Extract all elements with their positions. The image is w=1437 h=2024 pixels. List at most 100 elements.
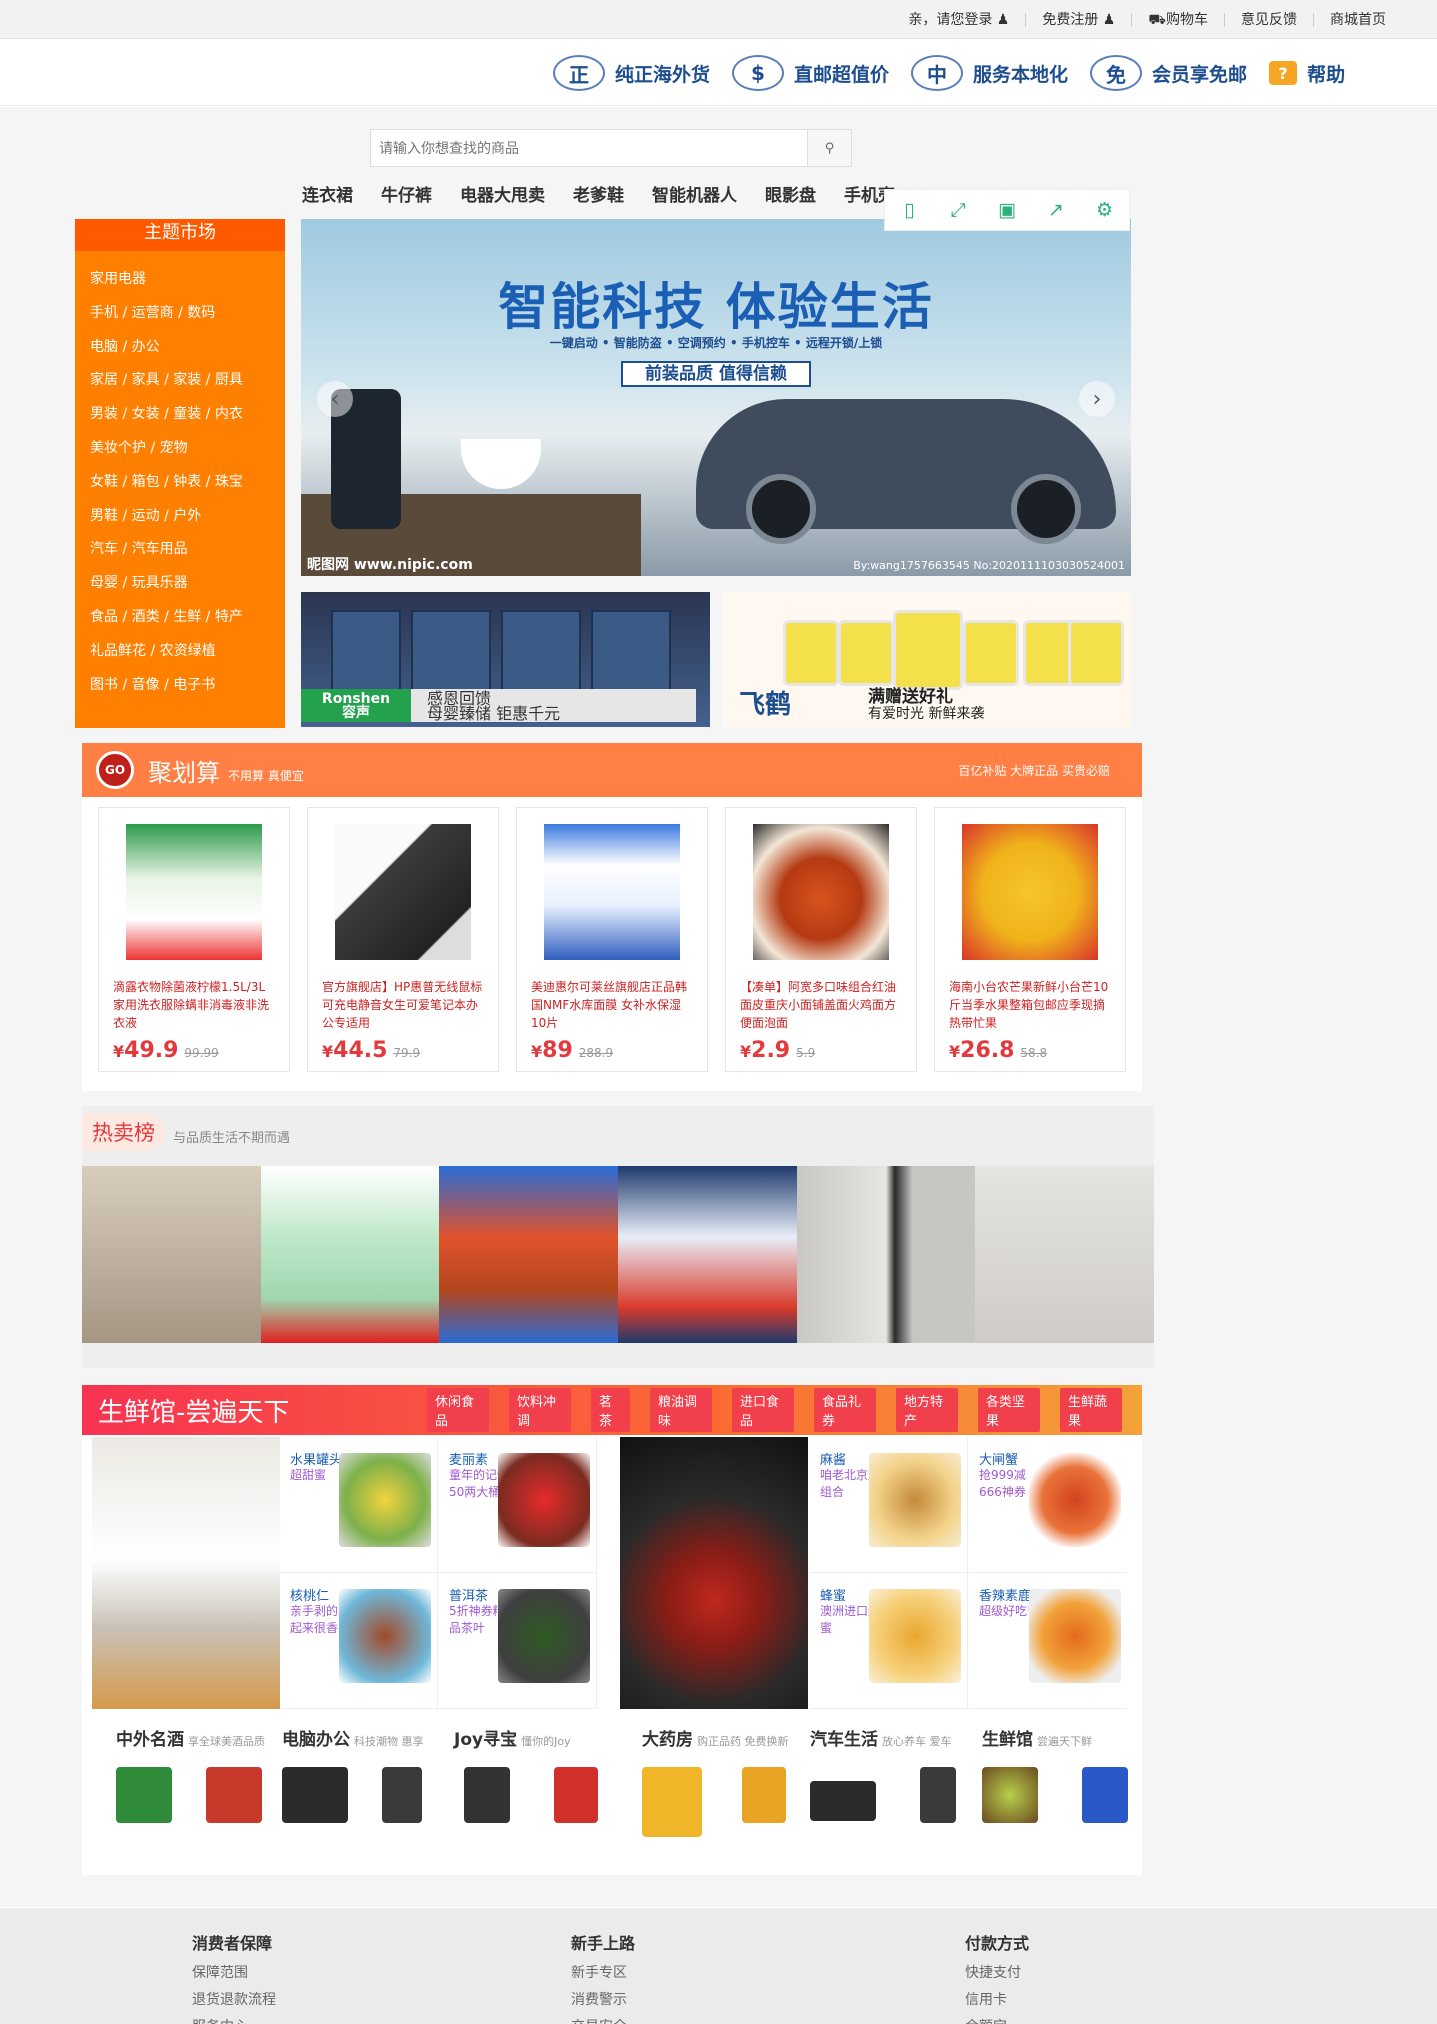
hot-item-image[interactable] xyxy=(796,1166,976,1343)
category-item[interactable]: 男装 / 女装 / 童装 / 内衣 xyxy=(90,398,285,432)
category-item[interactable]: 电脑 / 办公 xyxy=(90,331,285,365)
brand-column[interactable]: 生鲜馆 尝遍天下鲜 xyxy=(982,1725,1132,1865)
hero-banner[interactable]: 智能科技 体验生活 一键启动 • 智能防盗 • 空调预约 • 手机控车 • 远程… xyxy=(301,219,1131,576)
brand-column[interactable]: 大药房 购正品药 免费换新 xyxy=(642,1725,792,1865)
category-item[interactable]: 手机 / 运营商 / 数码 xyxy=(90,297,285,331)
fresh-cell[interactable]: 蜂蜜 澳洲进口蜂蜜 xyxy=(810,1573,968,1709)
footer-link[interactable]: 消费警示 xyxy=(571,1987,635,2014)
product-card[interactable]: 海南小台农芒果新鲜小台芒10斤当季水果整箱包邮应季现摘热带忙果 ¥26.8 58.… xyxy=(934,807,1126,1072)
product-price: ¥2.9 5.9 xyxy=(740,1038,816,1063)
category-item[interactable]: 母婴 / 玩具乐器 xyxy=(90,567,285,601)
fresh-tab[interactable]: 粮油调味 xyxy=(650,1388,712,1432)
category-item[interactable]: 美妆个护 / 宠物 xyxy=(90,432,285,466)
category-item[interactable]: 汽车 / 汽车用品 xyxy=(90,533,285,567)
cart-link[interactable]: ⛟购物车 xyxy=(1131,12,1224,27)
footer-link[interactable]: 余额宝 xyxy=(965,2014,1029,2024)
search-button[interactable]: ⚲ xyxy=(807,130,851,166)
brand-product-image xyxy=(464,1767,510,1823)
brand-product-image xyxy=(982,1767,1038,1823)
hotword-link[interactable]: 牛仔裤 xyxy=(381,181,432,206)
settings-gear-icon[interactable]: ⚙ xyxy=(1092,197,1118,223)
fresh-cell[interactable]: 香辣素鹿茸 超级好吃! xyxy=(969,1573,1127,1709)
feedback-link[interactable]: 意见反馈 xyxy=(1224,12,1313,27)
fresh-tab[interactable]: 各类坚果 xyxy=(978,1388,1040,1432)
promo-banner-milk[interactable]: 飞鹤 满赠送好礼 有爱时光 新鲜来袭 xyxy=(723,592,1132,727)
section-title: 聚划算 xyxy=(148,758,220,787)
product-image xyxy=(544,824,680,960)
fullscreen-icon[interactable]: ⤢ xyxy=(945,197,971,223)
category-item[interactable]: 家居 / 家具 / 家装 / 厨具 xyxy=(90,364,285,398)
footer-link[interactable]: 交易安全 xyxy=(571,2014,635,2024)
product-name: 海南小台农芒果新鲜小台芒10斤当季水果整箱包邮应季现摘热带忙果 xyxy=(949,980,1109,1030)
product-card[interactable]: 【凑单】阿宽多口味组合红油面皮重庆小面铺盖面火鸡面方便面泡面 ¥2.9 5.9 xyxy=(725,807,917,1072)
promo-banner-fridge[interactable]: Ronshen 容声 感恩回馈 母婴臻储 钜惠千元 xyxy=(301,592,710,727)
fresh-cell[interactable]: 普洱茶 5折神券精品茶叶 xyxy=(439,1573,597,1709)
hot-item-image[interactable] xyxy=(82,1166,261,1343)
share-icon[interactable]: ↗ xyxy=(1043,197,1069,223)
fresh-cell-image xyxy=(498,1453,590,1547)
brand-column[interactable]: 电脑办公 科技潮物 惠享 xyxy=(282,1725,432,1865)
category-item[interactable]: 男鞋 / 运动 / 户外 xyxy=(90,500,285,534)
product-image xyxy=(126,824,262,960)
mobile-view-icon[interactable]: ▯ xyxy=(896,197,922,223)
fresh-feature-image[interactable] xyxy=(92,1437,280,1709)
fresh-cell[interactable]: 麦丽素 童年的记忆 50两大桶! xyxy=(439,1437,597,1573)
product-card[interactable]: 美迪惠尔可莱丝旗舰店正品韩国NMF水库面膜 女补水保湿10片 ¥89 288.9 xyxy=(516,807,708,1072)
product-card[interactable]: 官方旗舰店】HP惠普无线鼠标可充电静音女生可爱笔记本办公专适用 ¥44.5 79.… xyxy=(307,807,499,1072)
fresh-cell[interactable]: 麻酱 咱老北京儿组合 xyxy=(810,1437,968,1573)
fresh-cell[interactable]: 核桃仁 亲手剥的吃起来很香 xyxy=(280,1573,438,1709)
search-box: ⚲ xyxy=(370,129,852,167)
footer-link[interactable]: 保障范围 xyxy=(192,1960,276,1987)
footer-link[interactable]: 服务中心 xyxy=(192,2014,276,2024)
category-item[interactable]: 家用电器 xyxy=(90,263,285,297)
fresh-feature-image[interactable] xyxy=(620,1437,808,1709)
product-price: ¥89 288.9 xyxy=(531,1038,614,1063)
category-item[interactable]: 礼品鲜花 / 农资绿植 xyxy=(90,635,285,669)
product-name: 滴露衣物除菌液柠檬1.5L/3L家用洗衣服除螨非消毒液非洗衣液 xyxy=(113,980,270,1030)
hot-item-image[interactable] xyxy=(618,1166,797,1343)
hotword-link[interactable]: 老爹鞋 xyxy=(573,181,624,206)
footer-link[interactable]: 新手专区 xyxy=(571,1960,635,1987)
brand-column[interactable]: 中外名酒 享全球美酒品质 xyxy=(116,1725,266,1865)
fresh-tab[interactable]: 进口食品 xyxy=(732,1388,794,1432)
brand-column[interactable]: Joy寻宝 懂你的Joy xyxy=(454,1725,604,1865)
hot-item-image[interactable] xyxy=(260,1166,440,1343)
register-link[interactable]: 免费注册 ♟ xyxy=(1025,12,1131,27)
category-item[interactable]: 图书 / 音像 / 电子书 xyxy=(90,669,285,703)
footer-column: 新手上路 新手专区 消费警示 交易安全 xyxy=(571,1930,635,2024)
fresh-tab[interactable]: 饮料冲调 xyxy=(509,1388,571,1432)
milk-can-image xyxy=(783,620,839,686)
category-item[interactable]: 女鞋 / 箱包 / 钟表 / 珠宝 xyxy=(90,466,285,500)
banner-prev-arrow-icon[interactable]: ‹ xyxy=(317,381,353,417)
category-item[interactable]: 食品 / 酒类 / 生鲜 / 特产 xyxy=(90,601,285,635)
footer-link[interactable]: 快捷支付 xyxy=(965,1960,1029,1987)
fresh-tab[interactable]: 地方特产 xyxy=(896,1388,958,1432)
hotword-link[interactable]: 电器大甩卖 xyxy=(460,181,545,206)
login-link[interactable]: 亲，请您登录 ♟ xyxy=(892,13,1025,27)
footer: 消费者保障 保障范围 退货退款流程 服务中心 新手上路 新手专区 消费警示 交易… xyxy=(0,1908,1437,2024)
save-icon[interactable]: ▣ xyxy=(994,197,1020,223)
hotword-link[interactable]: 智能机器人 xyxy=(652,181,737,206)
product-card[interactable]: 滴露衣物除菌液柠檬1.5L/3L家用洗衣服除螨非消毒液非洗衣液 ¥49.9 99.… xyxy=(98,807,290,1072)
brand-column[interactable]: 汽车生活 放心养车 爱车 xyxy=(810,1725,960,1865)
help-link[interactable]: ? 帮助 xyxy=(1269,60,1345,87)
footer-link[interactable]: 信用卡 xyxy=(965,1987,1029,2014)
fresh-cell[interactable]: 水果罐头 超甜蜜 xyxy=(280,1437,438,1573)
section-subtitle: 与品质生活不期而遇 xyxy=(173,1130,291,1146)
fresh-tab[interactable]: 休闲食品 xyxy=(427,1388,489,1432)
fresh-tab[interactable]: 食品礼券 xyxy=(814,1388,876,1432)
fresh-tab[interactable]: 生鲜蔬果 xyxy=(1060,1388,1122,1432)
hotword-link[interactable]: 连衣裙 xyxy=(302,181,353,206)
footer-link[interactable]: 退货退款流程 xyxy=(192,1987,276,2014)
banner-next-arrow-icon[interactable]: › xyxy=(1079,381,1115,417)
search-input[interactable] xyxy=(371,130,807,166)
hotword-link[interactable]: 眼影盘 xyxy=(765,181,816,206)
fresh-cell[interactable]: 大闸蟹 抢999减666神券 xyxy=(969,1437,1127,1573)
hot-item-image[interactable] xyxy=(439,1166,619,1343)
top-bar: 亲，请您登录 ♟ 免费注册 ♟ ⛟购物车 意见反馈 商城首页 xyxy=(0,0,1437,39)
hot-keywords: 连衣裙 牛仔裤 电器大甩卖 老爹鞋 智能机器人 眼影盘 手机壳 xyxy=(302,181,923,206)
promise-badge-icon: 中 xyxy=(911,55,964,91)
fresh-tab[interactable]: 茗茶 xyxy=(591,1388,630,1432)
hot-item-image[interactable] xyxy=(975,1166,1155,1343)
home-link[interactable]: 商城首页 xyxy=(1313,12,1402,27)
